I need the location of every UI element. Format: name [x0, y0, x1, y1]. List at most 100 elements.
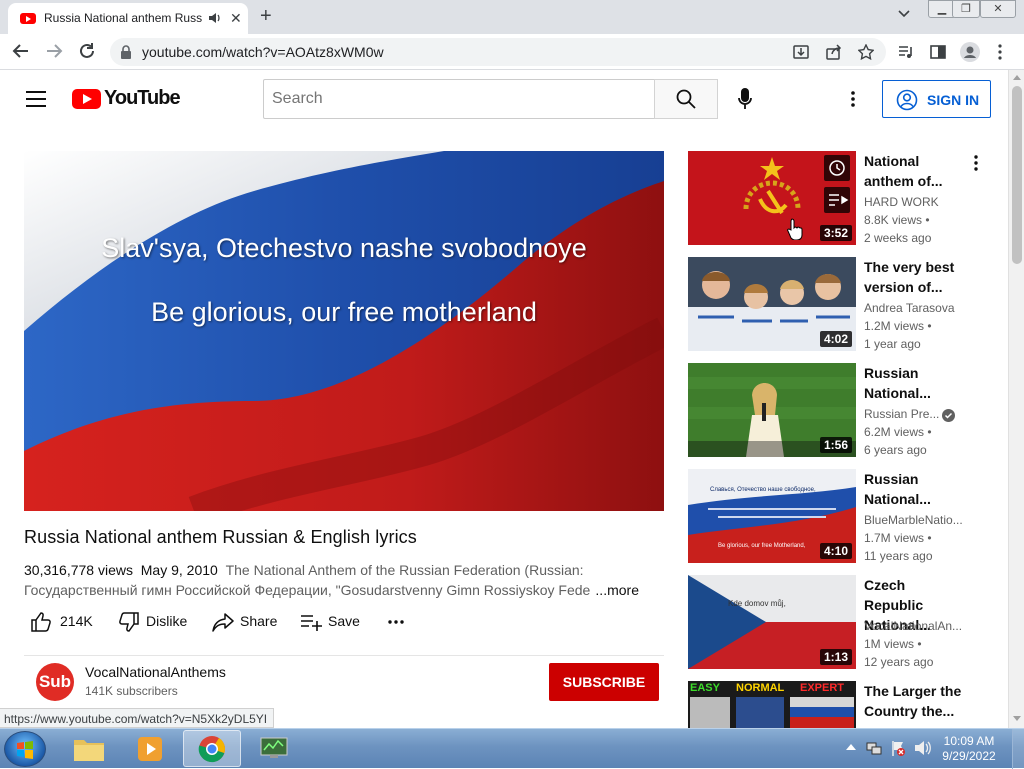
recommended-title[interactable]: Russian National...: [864, 469, 968, 509]
recommended-title[interactable]: National anthem of...: [864, 151, 968, 191]
video-thumbnail[interactable]: Славься, Отечество наше свободное, Be gl…: [688, 469, 856, 563]
like-button[interactable]: 214K: [24, 608, 104, 636]
media-controls-icon[interactable]: [898, 44, 914, 60]
recommended-channel[interactable]: BlueMarbleNatio...: [864, 513, 966, 527]
channel-avatar[interactable]: Sub: [36, 663, 74, 701]
recommended-views: 1.2M views •: [864, 319, 932, 333]
recommended-video[interactable]: Славься, Отечество наше свободное, Be gl…: [688, 469, 988, 565]
youtube-logo-icon[interactable]: [72, 89, 101, 109]
audio-playing-icon[interactable]: [208, 12, 222, 24]
browser-tab-active[interactable]: Russia National anthem Russ ✕: [8, 3, 248, 34]
lock-icon[interactable]: [120, 45, 132, 59]
show-hidden-icons-chevron-icon[interactable]: [846, 743, 856, 750]
recommended-title[interactable]: The Larger the Country the...: [864, 681, 968, 721]
search-input[interactable]: [263, 79, 655, 119]
save-label: Save: [328, 613, 360, 629]
clock-time: 10:09 AM: [943, 734, 995, 748]
clock-date: 9/29/2022: [942, 749, 996, 763]
thumbs-up-icon: [31, 612, 51, 632]
channel-row: Sub VocalNationalAnthems 141K subscriber…: [24, 655, 664, 707]
close-window-button[interactable]: ✕: [980, 0, 1016, 18]
sign-in-button[interactable]: SIGN IN: [882, 80, 991, 118]
video-thumbnail[interactable]: 1:56: [688, 363, 856, 457]
more-actions-button[interactable]: [380, 608, 410, 636]
recommended-channel[interactable]: Andrea Tarasova: [864, 301, 966, 315]
recommended-age: 11 years ago: [864, 549, 933, 563]
recommended-channel[interactable]: HARD WORK: [864, 195, 966, 209]
settings-kebab-icon[interactable]: [851, 91, 855, 107]
address-bar[interactable]: youtube.com/watch?v=AOAtz8xWM0w: [110, 38, 886, 66]
lyric-line-english: Be glorious, our free motherland: [151, 297, 537, 327]
duration-badge: 1:13: [819, 649, 852, 665]
show-more-link[interactable]: ...more: [591, 580, 639, 600]
recommended-views: 8.8K views •: [864, 213, 930, 227]
duration-badge: 4:10: [819, 543, 852, 559]
side-panel-icon[interactable]: [930, 44, 946, 60]
recommended-video[interactable]: 4:02 The very best version of... Andrea …: [688, 257, 988, 353]
youtube-logo-text[interactable]: YouTube: [104, 87, 181, 110]
browser-toolbar: youtube.com/watch?v=AOAtz8xWM0w: [0, 34, 1024, 70]
scroll-up-arrow-icon[interactable]: [1013, 74, 1021, 80]
recommended-title[interactable]: The very best version of...: [864, 257, 968, 297]
verified-badge-icon: [942, 409, 955, 422]
install-app-icon[interactable]: [793, 44, 809, 60]
recommended-views: 1M views •: [864, 637, 922, 651]
difficulty-normal-label: NORMAL: [736, 682, 785, 694]
account-circle-icon: [896, 89, 918, 111]
video-thumbnail[interactable]: EASY NORMAL EXPERT: [688, 681, 856, 728]
recommended-title[interactable]: Russian National...: [864, 363, 968, 403]
video-player[interactable]: Slav'sya, Otechestvo nashe svobodnoye Be…: [24, 151, 664, 511]
forward-arrow-icon[interactable]: [45, 42, 63, 60]
taskbar-clock[interactable]: 10:09 AM 9/29/2022: [934, 734, 1004, 764]
tab-search-chevron-icon[interactable]: [898, 10, 910, 18]
voice-search-microphone-icon[interactable]: [738, 88, 752, 110]
file-explorer-taskbar-button[interactable]: [60, 730, 118, 767]
new-tab-button[interactable]: +: [260, 5, 272, 28]
difficulty-easy-label: EASY: [690, 682, 720, 694]
video-thumbnail[interactable]: Kde domov můj, 1:13: [688, 575, 856, 669]
profile-avatar-icon[interactable]: [960, 42, 980, 62]
share-button[interactable]: Share: [206, 608, 290, 636]
volume-tray-icon[interactable]: [914, 740, 932, 756]
bookmark-star-icon[interactable]: [858, 44, 874, 60]
recommended-age: 6 years ago: [864, 443, 927, 457]
task-manager-taskbar-button[interactable]: [245, 730, 303, 767]
video-thumbnail[interactable]: 3:52: [688, 151, 856, 245]
dislike-button[interactable]: Dislike: [112, 608, 202, 636]
video-thumbnail[interactable]: 4:02: [688, 257, 856, 351]
reload-icon[interactable]: [78, 42, 96, 60]
duration-badge: 4:02: [819, 331, 852, 347]
chrome-menu-icon[interactable]: [998, 44, 1002, 60]
show-desktop-button[interactable]: [1012, 729, 1024, 769]
recommended-video[interactable]: Kde domov můj, 1:13 Czech Republic Natio…: [688, 575, 988, 671]
recommended-video[interactable]: 1:56 Russian National... Russian Pre... …: [688, 363, 988, 459]
action-menu-kebab-icon[interactable]: [974, 155, 978, 171]
close-tab-icon[interactable]: ✕: [230, 10, 242, 27]
action-center-flag-icon[interactable]: [890, 740, 906, 756]
recommended-video[interactable]: EASY NORMAL EXPERT The Larger the Countr…: [688, 681, 988, 728]
restore-window-button[interactable]: ❐: [952, 0, 980, 18]
channel-name[interactable]: VocalNationalAnthems: [85, 664, 226, 680]
search-button[interactable]: [654, 79, 718, 119]
recommended-channel[interactable]: VocalNationalAn...: [864, 619, 966, 633]
thumbnail-lyric-czech: Kde domov můj,: [728, 599, 786, 608]
network-tray-icon[interactable]: [866, 740, 882, 756]
scroll-down-arrow-icon[interactable]: [1013, 716, 1021, 722]
video-description[interactable]: 30,316,778 views May 9, 2010 The Nationa…: [24, 560, 664, 600]
back-arrow-icon[interactable]: [12, 42, 30, 60]
subscriber-count: 141K subscribers: [85, 684, 178, 698]
windows-start-button[interactable]: [4, 731, 46, 767]
lyric-line-russian: Slav'sya, Otechestvo nashe svobodnoye: [101, 233, 587, 263]
share-page-icon[interactable]: [826, 44, 842, 60]
url-text[interactable]: youtube.com/watch?v=AOAtz8xWM0w: [142, 44, 384, 60]
media-player-taskbar-button[interactable]: [121, 730, 179, 767]
page-scrollbar[interactable]: [1008, 70, 1024, 728]
chrome-taskbar-button[interactable]: [183, 730, 241, 767]
hamburger-menu-icon[interactable]: [26, 91, 46, 107]
link-status-bubble: https://www.youtube.com/watch?v=N5Xk2yDL…: [0, 708, 275, 728]
dislike-label: Dislike: [146, 613, 188, 629]
subscribe-button[interactable]: SUBSCRIBE: [549, 663, 659, 701]
save-button[interactable]: Save: [294, 608, 364, 636]
recommended-video[interactable]: 3:52 National anthem of... HARD WORK 8.8…: [688, 151, 988, 247]
scrollbar-thumb[interactable]: [1012, 86, 1022, 264]
